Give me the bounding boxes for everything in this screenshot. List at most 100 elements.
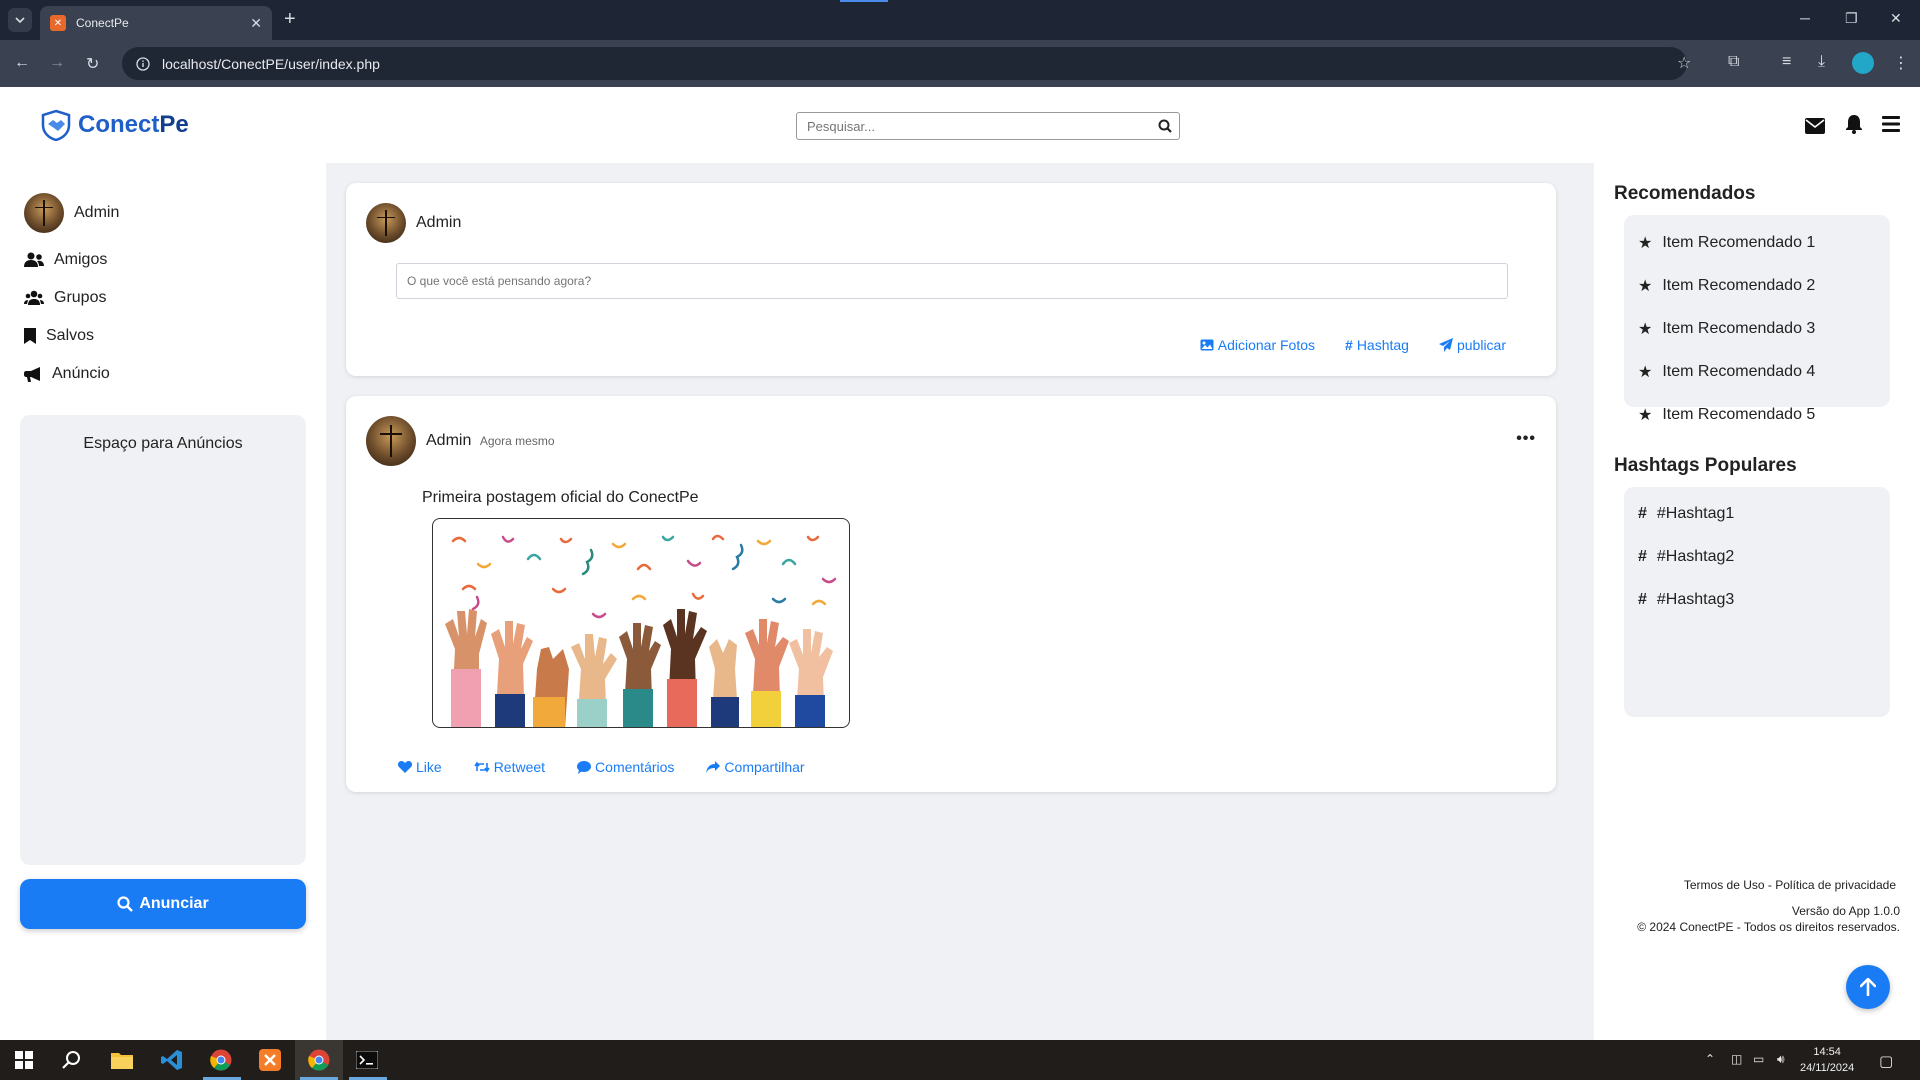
- search-icon: [117, 896, 134, 912]
- site-info-icon[interactable]: [136, 56, 150, 71]
- new-tab-icon[interactable]: +: [284, 9, 296, 29]
- composer-author: Admin: [366, 203, 461, 243]
- search-icon: [1158, 119, 1172, 133]
- hashtag-icon: #: [1638, 505, 1647, 522]
- profile-avatar[interactable]: [1852, 52, 1874, 74]
- reload-icon[interactable]: ↻: [86, 54, 99, 74]
- envelope-icon[interactable]: [1805, 118, 1825, 134]
- hashtag-label: Hashtag: [1356, 337, 1409, 353]
- search-bar: [796, 112, 1180, 140]
- like-button[interactable]: Like: [398, 759, 442, 775]
- post-timestamp: Agora mesmo: [479, 434, 555, 448]
- footer-separator: -: [1767, 878, 1772, 892]
- tab-close-icon[interactable]: ✕: [250, 15, 262, 32]
- composer-actions: Adicionar Fotos # Hashtag publicar: [1200, 337, 1506, 353]
- right-sidebar: Recomendados ★ Item Recomendado 1 ★ Item R…: [1594, 163, 1920, 1040]
- logo[interactable]: ConectPe: [40, 109, 189, 141]
- address-bar[interactable]: localhost/ConectPE/user/index.php: [122, 47, 1687, 80]
- privacy-link[interactable]: Política de privacidade: [1775, 878, 1896, 892]
- hashtag-item[interactable]: # #Hashtag2: [1638, 548, 1734, 566]
- search-icon[interactable]: [60, 1048, 84, 1072]
- notifications-icon[interactable]: ▢: [1879, 1052, 1893, 1070]
- post-author-name[interactable]: Admin: [426, 432, 471, 449]
- hashtag-icon: #: [1638, 548, 1647, 565]
- recommended-item[interactable]: ★ Item Recomendado 2: [1638, 276, 1815, 296]
- recommended-item[interactable]: ★ Item Recomendado 4: [1638, 362, 1815, 382]
- logo-text-pe: Pe: [159, 111, 189, 138]
- windows-start-icon[interactable]: [12, 1048, 36, 1072]
- sidebar-profile[interactable]: Admin: [24, 193, 119, 233]
- sidebar-item-salvos[interactable]: Salvos: [24, 327, 94, 345]
- left-sidebar: Admin Amigos Grupos Salvos Anúncio Espaç…: [0, 163, 326, 1040]
- recommended-item-label: Item Recomendado 3: [1662, 320, 1816, 337]
- search-button[interactable]: [1151, 119, 1179, 133]
- browser-menu-icon[interactable]: ⋮: [1893, 53, 1909, 73]
- search-input[interactable]: [797, 113, 1151, 139]
- anunciar-button[interactable]: Anunciar: [20, 879, 306, 929]
- recommended-item[interactable]: ★ Item Recomendado 3: [1638, 319, 1815, 339]
- browser-tab[interactable]: ✕ ConectPe ✕: [40, 6, 272, 40]
- post-card: Admin Agora mesmo ••• Primeira postagem …: [346, 396, 1556, 792]
- sidebar-item-anuncio[interactable]: Anúncio: [24, 365, 110, 383]
- comments-button[interactable]: Comentários: [577, 759, 674, 775]
- post-image[interactable]: [432, 518, 850, 728]
- retweet-label: Retweet: [493, 759, 546, 775]
- xampp-icon[interactable]: [258, 1048, 282, 1072]
- retweet-button[interactable]: Retweet: [474, 759, 545, 775]
- bookmark-star-icon[interactable]: ☆: [1677, 53, 1691, 73]
- media-control-icon[interactable]: ≡: [1782, 53, 1791, 71]
- scroll-to-top-button[interactable]: [1846, 965, 1890, 1009]
- recommended-item-label: Item Recomendado 1: [1662, 234, 1816, 251]
- recommended-item[interactable]: ★ Item Recomendado 1: [1638, 233, 1815, 253]
- heart-icon: [398, 761, 412, 773]
- chrome-icon[interactable]: [209, 1048, 233, 1072]
- camera-icon[interactable]: ◫: [1731, 1052, 1742, 1066]
- terms-link[interactable]: Termos de Uso: [1684, 878, 1765, 892]
- star-icon: ★: [1638, 364, 1653, 381]
- sidebar-item-grupos[interactable]: Grupos: [24, 289, 106, 307]
- sidebar-item-label: Anúncio: [52, 365, 110, 382]
- hashtag-button[interactable]: # Hashtag: [1345, 337, 1409, 353]
- file-explorer-icon[interactable]: [110, 1048, 134, 1072]
- tab-strip-indicator: [840, 0, 888, 2]
- tab-search-button[interactable]: [8, 8, 32, 32]
- feed: Admin Adicionar Fotos # Hashtag publicar…: [326, 163, 1594, 1040]
- app-version: Versão do App 1.0.0: [1791, 904, 1900, 918]
- share-icon: [706, 761, 721, 773]
- back-icon[interactable]: ←: [14, 54, 30, 72]
- hamburger-menu-icon[interactable]: [1882, 116, 1900, 132]
- taskbar-clock[interactable]: 14:54 24/11/2024: [1800, 1044, 1854, 1076]
- ads-title: Espaço para Anúncios: [83, 435, 243, 452]
- tray-overflow-icon[interactable]: ⌃: [1705, 1052, 1715, 1066]
- chrome-icon[interactable]: [307, 1048, 331, 1072]
- hashtags-box: # #Hashtag1 # #Hashtag2 # #Hashtag3: [1624, 487, 1890, 717]
- footer-links: Termos de Uso - Política de privacidade: [1684, 878, 1896, 892]
- more-options-icon[interactable]: •••: [1516, 430, 1536, 448]
- restore-icon[interactable]: ❐: [1845, 10, 1858, 27]
- share-button[interactable]: Compartilhar: [706, 759, 805, 775]
- recommended-title: Recomendados: [1614, 183, 1756, 204]
- star-icon: ★: [1638, 407, 1653, 424]
- bell-icon[interactable]: [1845, 114, 1863, 134]
- forward-icon[interactable]: →: [49, 54, 65, 72]
- network-icon[interactable]: ▭: [1753, 1052, 1764, 1066]
- avatar[interactable]: [366, 416, 416, 466]
- post-author: Admin Agora mesmo: [366, 416, 555, 466]
- recommended-item[interactable]: ★ Item Recomendado 5: [1638, 405, 1815, 425]
- minimize-icon[interactable]: ─: [1800, 10, 1810, 26]
- publish-label: publicar: [1456, 337, 1506, 353]
- extensions-icon[interactable]: ⧉: [1728, 53, 1739, 71]
- terminal-icon[interactable]: [355, 1048, 379, 1072]
- sidebar-item-amigos[interactable]: Amigos: [24, 251, 107, 269]
- publish-button[interactable]: publicar: [1438, 337, 1506, 353]
- add-photos-button[interactable]: Adicionar Fotos: [1200, 337, 1315, 353]
- post-reactions: Like Retweet Comentários Compartilhar: [398, 759, 805, 775]
- vscode-icon[interactable]: [160, 1048, 184, 1072]
- volume-icon[interactable]: 🔊︎: [1777, 1052, 1785, 1067]
- post-input[interactable]: [396, 263, 1508, 299]
- hashtag-item[interactable]: # #Hashtag3: [1638, 591, 1734, 609]
- hashtag-item[interactable]: # #Hashtag1: [1638, 505, 1734, 523]
- hashtag-item-label: #Hashtag1: [1656, 505, 1735, 522]
- downloads-icon[interactable]: ⤓: [1818, 53, 1825, 71]
- close-window-icon[interactable]: ✕: [1890, 10, 1902, 27]
